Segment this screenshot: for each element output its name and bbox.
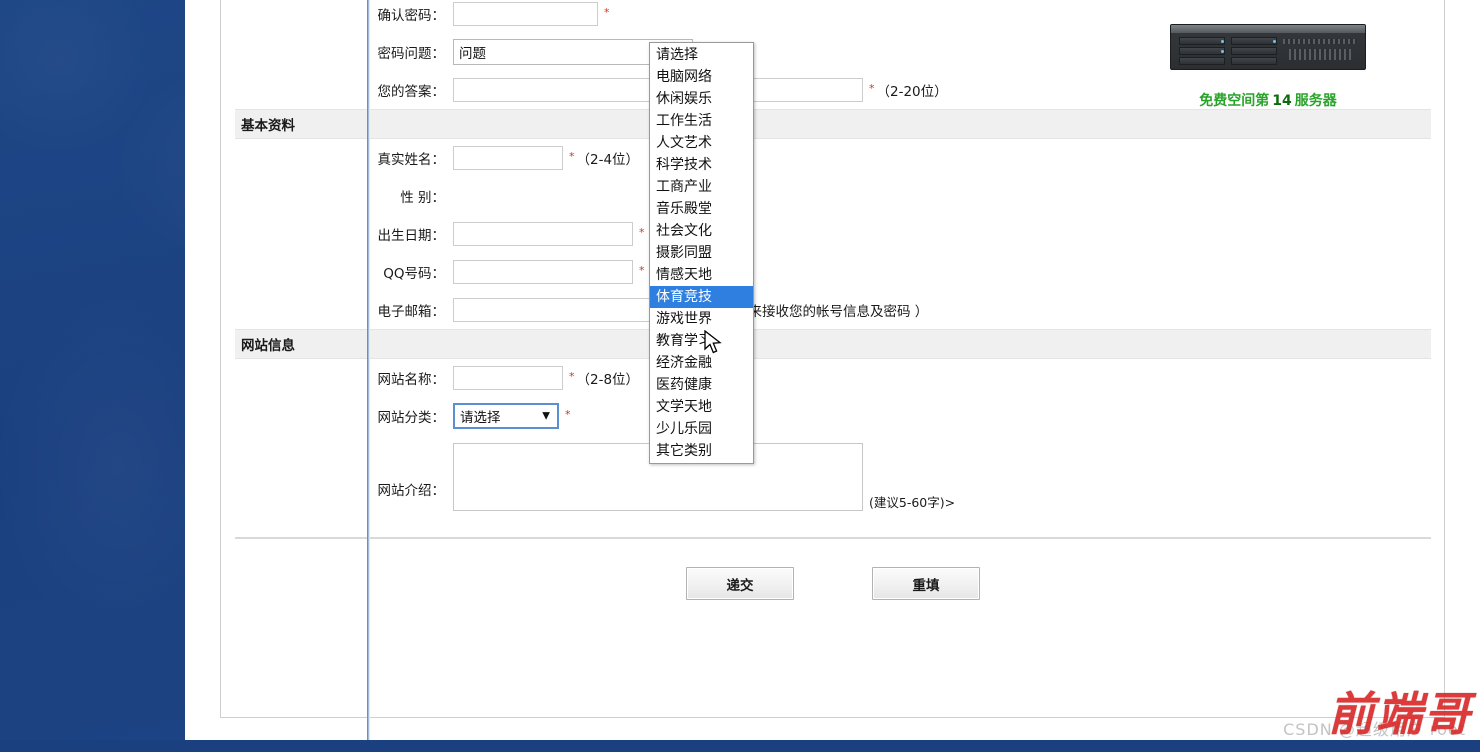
sitename-input[interactable]: [453, 366, 563, 390]
site-category-dropdown-list[interactable]: 请选择 电脑网络 休闲娱乐 工作生活 人文艺术 科学技术 工商产业 音乐殿堂 社会文化 摄影同盟情…: [649, 42, 754, 464]
label-qq: QQ号码：: [383, 266, 445, 282]
label-birthday: 出生日期：: [377, 228, 446, 244]
qq-input[interactable]: [453, 260, 633, 284]
site-category-value: 请选择: [460, 410, 501, 426]
hint-answer: （2-20位）: [876, 84, 948, 100]
brand-watermark: 前端哥: [1328, 687, 1472, 741]
dropdown-option[interactable]: 人文艺术: [650, 132, 753, 154]
required-star: *: [604, 5, 610, 19]
label-password-confirm: 确认密码：: [377, 8, 446, 24]
dropdown-option[interactable]: 科学技术: [650, 154, 753, 176]
password-question-value: 问题: [459, 46, 486, 62]
form-row-site-category: 网站分类： 请选择 ▼ *: [235, 397, 1431, 435]
rack-server-icon: [1170, 24, 1366, 70]
dropdown-option[interactable]: 社会文化: [650, 220, 753, 242]
label-sitename: 网站名称：: [377, 372, 446, 388]
form-row-realname: 真实姓名： * （2-4位）: [235, 139, 1431, 177]
dropdown-option[interactable]: 音乐殿堂: [650, 198, 753, 220]
required-star: *: [869, 81, 875, 95]
section-title: 基本资料: [241, 118, 295, 134]
required-star: *: [569, 369, 575, 383]
label-answer: 您的答案：: [377, 84, 446, 100]
reset-button[interactable]: 重填: [872, 567, 980, 600]
dropdown-option[interactable]: 文学天地: [650, 396, 753, 418]
hint-realname: （2-4位）: [576, 152, 640, 168]
required-star: *: [639, 263, 645, 277]
submit-button[interactable]: 递交: [686, 567, 794, 600]
section-title: 网站信息: [241, 338, 295, 354]
dropdown-option[interactable]: 工商产业: [650, 176, 753, 198]
form-button-bar: 递交 重填: [235, 539, 1431, 600]
dropdown-option[interactable]: 体育竞技: [650, 286, 753, 308]
required-star: *: [565, 407, 571, 421]
label-site-category: 网站分类：: [377, 410, 446, 426]
dropdown-option[interactable]: 游戏世界: [650, 308, 753, 330]
taskbar-strip: [0, 740, 1480, 752]
dropdown-option[interactable]: 工作生活: [650, 110, 753, 132]
hint-sitename: （2-8位）: [576, 372, 640, 388]
chevron-down-icon: ▼: [542, 410, 550, 422]
required-star: *: [569, 149, 575, 163]
dropdown-option[interactable]: 经济金融: [650, 352, 753, 374]
birthday-input[interactable]: [453, 222, 633, 246]
server-promo: 免费空间第 14 服务器: [1118, 8, 1418, 110]
label-realname: 真实姓名：: [377, 152, 446, 168]
page-left-edge: [367, 0, 370, 740]
section-header-site-info: 网站信息: [235, 329, 1431, 359]
password-confirm-input[interactable]: [453, 2, 598, 26]
dropdown-option[interactable]: 情感天地: [650, 264, 753, 286]
hint-site-intro: (建议5-60字)>: [869, 495, 956, 510]
dropdown-option[interactable]: 医药健康: [650, 374, 753, 396]
dropdown-option[interactable]: 休闲娱乐: [650, 88, 753, 110]
site-category-select[interactable]: 请选择 ▼: [453, 403, 559, 429]
promo-suffix: 服务器: [1294, 93, 1337, 109]
realname-input[interactable]: [453, 146, 563, 170]
promo-text: 免费空间第 14 服务器: [1118, 90, 1418, 110]
required-star: *: [639, 225, 645, 239]
label-email: 电子邮箱：: [377, 304, 446, 320]
section-header-basic-info: 基本资料: [235, 109, 1431, 139]
desktop-background: 免费空间第14服务器 用户名： * 密码安全性：: [0, 0, 1480, 752]
form-row-sitename: 网站名称： * （2-8位）: [235, 359, 1431, 397]
dropdown-option[interactable]: 少儿乐园: [650, 418, 753, 440]
dropdown-option[interactable]: 摄影同盟: [650, 242, 753, 264]
dropdown-option[interactable]: 教育学习: [650, 330, 753, 352]
label-password-question: 密码问题：: [377, 46, 446, 62]
dropdown-option[interactable]: 电脑网络: [650, 66, 753, 88]
form-row-qq: QQ号码： * （5-11位数字）: [235, 253, 1431, 291]
form-row-birthday: 出生日期： *: [235, 215, 1431, 253]
form-row-site-intro: 网站介绍： (建议5-60字)>: [235, 435, 1431, 521]
browser-page-canvas: 免费空间第14服务器 用户名： * 密码安全性：: [185, 0, 1480, 740]
promo-prefix: 免费空间第: [1199, 93, 1270, 109]
dropdown-option[interactable]: 其它类别: [650, 440, 753, 462]
label-site-intro: 网站介绍：: [377, 483, 446, 499]
form-row-gender: 性 别：: [235, 177, 1431, 215]
form-row-email: 电子邮箱： * （用来接收您的帐号信息及密码 ）: [235, 291, 1431, 329]
label-gender: 性 别：: [400, 190, 445, 206]
dropdown-option[interactable]: 请选择: [650, 44, 753, 66]
promo-server-number: 14: [1272, 93, 1292, 109]
